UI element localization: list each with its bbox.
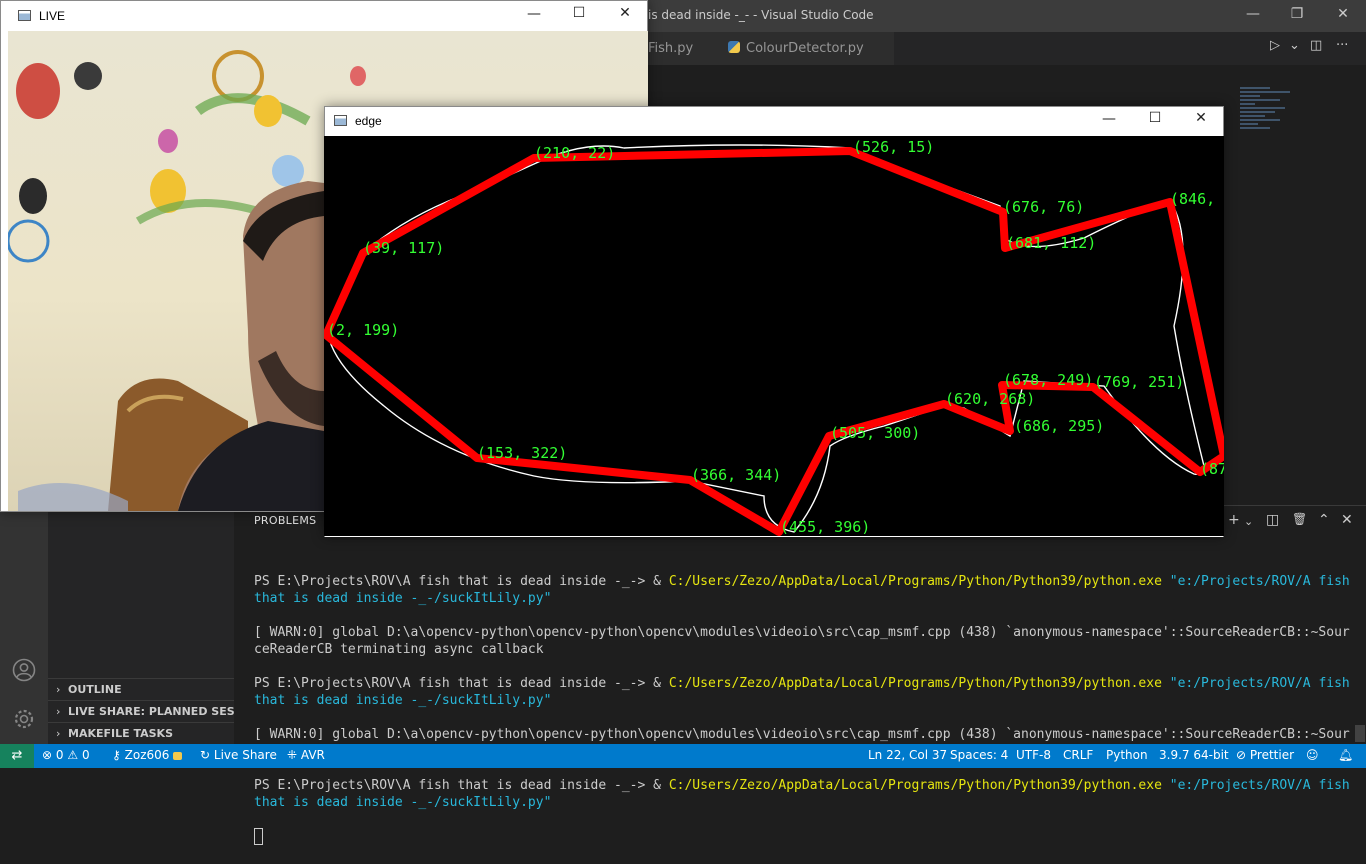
python-file-icon	[728, 41, 740, 53]
terminal-line: PS E:\Projects\ROV\A fish that is dead i…	[254, 574, 1358, 606]
live-minimize-button[interactable]: —	[519, 6, 549, 22]
terminal-line: [ WARN:0] global D:\a\opencv-python\open…	[254, 625, 1350, 657]
avr-status[interactable]: ⁜ AVR	[287, 748, 325, 762]
terminal-line: PS E:\Projects\ROV\A fish that is dead i…	[254, 676, 1358, 708]
sidebar-section-outline[interactable]: › OUTLINE	[48, 678, 234, 700]
chevron-right-icon: ›	[56, 705, 61, 718]
manage-gear-icon[interactable]	[12, 707, 36, 731]
cursor-position[interactable]: Ln 22, Col 37	[868, 748, 947, 762]
window-app-icon	[334, 115, 347, 126]
tab-colourdetector-py[interactable]: ColourDetector.py	[714, 32, 894, 65]
live-window-title: LIVE	[18, 9, 65, 23]
notifications-bell-icon[interactable]: 🔔︎	[1338, 748, 1353, 762]
terminal-output[interactable]: PS E:\Projects\ROV\A fish that is dead i…	[254, 556, 1354, 864]
more-actions-icon[interactable]: ···	[1336, 38, 1348, 53]
new-terminal-icon[interactable]: +	[1228, 512, 1240, 528]
split-terminal-icon[interactable]: ◫	[1266, 512, 1279, 528]
vertex-label: (686, 295)	[1014, 417, 1104, 435]
edge-maximize-button[interactable]: ☐	[1140, 110, 1170, 126]
remote-indicator-icon[interactable]: ⇄	[0, 744, 34, 768]
tab-label: Fish.py	[648, 41, 694, 56]
chevron-right-icon: ›	[56, 683, 61, 696]
vscode-window-title: is dead inside -_- - Visual Studio Code	[648, 8, 874, 22]
edge-window-title: edge	[334, 114, 382, 128]
vscode-restore-button[interactable]: ❐	[1282, 6, 1312, 22]
terminal-cursor	[254, 828, 263, 845]
sidebar-section-makefile-tasks[interactable]: › MAKEFILE TASKS	[48, 722, 234, 744]
vertex-label: (366, 344)	[691, 466, 781, 484]
vertex-label: (39, 117)	[363, 239, 444, 257]
vertex-label: (87	[1200, 460, 1224, 478]
vertex-label: (2, 199)	[327, 321, 399, 339]
problems-status[interactable]: ⊗ 0 ⚠ 0	[42, 748, 90, 762]
vertex-label: (210, 22)	[534, 144, 615, 162]
run-menu-chevron-icon[interactable]: ⌄	[1289, 38, 1300, 53]
chip-icon: ⁜	[287, 748, 298, 762]
encoding-status[interactable]: UTF-8	[1016, 748, 1051, 762]
indentation-status[interactable]: Spaces: 4	[950, 748, 1008, 762]
tab-label: ColourDetector.py	[746, 41, 864, 56]
vscode-minimize-button[interactable]: —	[1238, 6, 1268, 22]
terminal-menu-chevron-icon[interactable]: ⌄	[1244, 515, 1253, 528]
warning-icon: ⚠	[67, 748, 79, 762]
run-python-file-icon[interactable]: ▷	[1270, 38, 1280, 53]
prettier-status[interactable]: ⊘ Prettier	[1236, 748, 1294, 762]
live-share-user[interactable]: ⚷ Zoz606	[112, 748, 183, 762]
edge-minimize-button[interactable]: —	[1094, 111, 1124, 127]
terminal-cursor-line	[254, 828, 1354, 847]
vertex-label: (678, 249)	[1003, 371, 1093, 389]
vertex-label: (676, 76)	[1003, 198, 1084, 216]
accounts-icon[interactable]	[12, 658, 36, 682]
live-share-button[interactable]: ↻ Live Share	[200, 748, 277, 762]
live-maximize-button[interactable]: ☐	[564, 5, 594, 21]
vertex-label: (505, 300)	[830, 424, 920, 442]
tab-problems[interactable]: PROBLEMS	[254, 514, 316, 527]
edge-close-button[interactable]: ✕	[1186, 110, 1216, 126]
vertex-label: (769, 251)	[1094, 373, 1184, 391]
feedback-icon[interactable]: ☺	[1306, 748, 1319, 762]
lock-icon	[173, 752, 183, 760]
minimap[interactable]	[1240, 85, 1300, 145]
live-share-icon: ↻	[200, 748, 211, 762]
eol-status[interactable]: CRLF	[1063, 748, 1093, 762]
close-panel-icon[interactable]: ✕	[1341, 512, 1353, 528]
prettier-icon: ⊘	[1236, 748, 1247, 762]
terminal-scrollbar[interactable]	[1355, 725, 1365, 742]
vscode-close-button[interactable]: ✕	[1328, 6, 1358, 22]
vertex-label: (620, 268)	[945, 390, 1035, 408]
error-icon: ⊗	[42, 748, 53, 762]
maximize-panel-icon[interactable]: ⌃	[1318, 512, 1330, 528]
language-mode[interactable]: Python	[1106, 748, 1148, 762]
vertex-label: (846, 6	[1170, 190, 1224, 208]
edge-detection-canvas: (210, 22) (526, 15) (676, 76) (681, 112)…	[324, 136, 1224, 536]
python-interpreter[interactable]: 3.9.7 64-bit	[1159, 748, 1229, 762]
sidebar-section-live-share[interactable]: ›LIVE SHARE: PLANNED SESSI...	[48, 700, 234, 722]
terminal-line: PS E:\Projects\ROV\A fish that is dead i…	[254, 778, 1358, 810]
vertex-label: (526, 15)	[853, 138, 934, 156]
vertex-label: (681, 112)	[1006, 234, 1096, 252]
vertex-label: (153, 322)	[477, 444, 567, 462]
key-icon: ⚷	[112, 748, 121, 762]
chevron-right-icon: ›	[56, 727, 61, 740]
kill-terminal-trash-icon[interactable]: 🗑	[1292, 512, 1307, 526]
window-app-icon	[18, 10, 31, 21]
split-editor-icon[interactable]: ◫	[1310, 38, 1322, 53]
live-close-button[interactable]: ✕	[610, 5, 640, 21]
vertex-label: (455, 396)	[780, 518, 870, 536]
